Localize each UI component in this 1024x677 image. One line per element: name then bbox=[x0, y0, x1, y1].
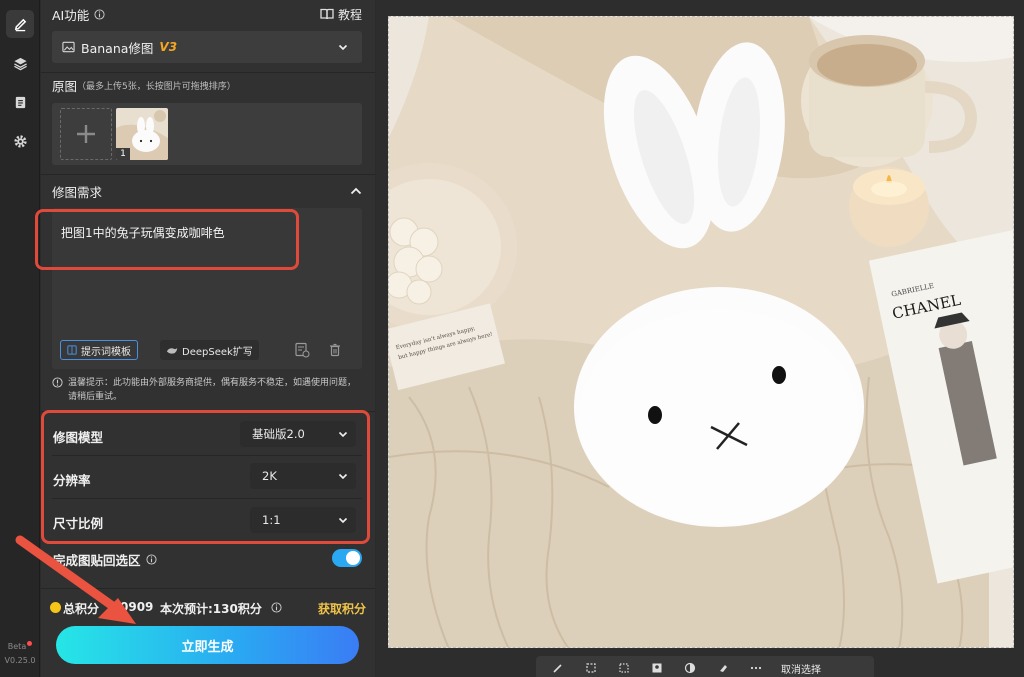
source-title: 原图 bbox=[52, 78, 78, 94]
ai-title: AI功能 bbox=[52, 7, 90, 23]
gear-icon[interactable] bbox=[6, 127, 34, 155]
ai-header: AI功能 教程 bbox=[52, 6, 362, 23]
source-image-area: 1 bbox=[52, 103, 362, 165]
whale-icon bbox=[166, 347, 178, 354]
info-icon[interactable] bbox=[271, 602, 282, 613]
plus-icon bbox=[77, 125, 95, 143]
side-panel: AI功能 教程 Banana修图 V3 原图 （最多上传5张，长按图片可拖拽排序… bbox=[15, 0, 375, 677]
history-icon[interactable] bbox=[294, 342, 310, 358]
source-thumbnail[interactable]: 1 bbox=[116, 108, 168, 160]
divider bbox=[41, 72, 375, 73]
paste-back-toggle[interactable] bbox=[332, 549, 362, 567]
brush-icon[interactable] bbox=[550, 661, 565, 676]
info-icon[interactable] bbox=[94, 8, 105, 20]
upload-button[interactable] bbox=[60, 108, 112, 160]
divider bbox=[41, 174, 375, 175]
person-select-icon[interactable] bbox=[649, 661, 664, 676]
toggle-knob bbox=[346, 551, 360, 565]
deepseek-expand-label: DeepSeek扩写 bbox=[182, 346, 253, 358]
warning-info-icon bbox=[52, 377, 63, 388]
chevron-down-icon bbox=[338, 44, 348, 51]
select-rect-icon[interactable] bbox=[616, 661, 631, 676]
get-points-link[interactable]: 获取积分 bbox=[318, 600, 366, 617]
estimate-points: 本次预计:130积分 bbox=[160, 602, 262, 616]
book-icon bbox=[320, 8, 334, 20]
source-hint: （最多上传5张，长按图片可拖拽排序） bbox=[77, 81, 236, 92]
ai-model-name: Banana修图 bbox=[81, 40, 154, 56]
red-arrow-annotation bbox=[15, 535, 136, 624]
source-header: 原图 （最多上传5张，长按图片可拖拽排序） bbox=[52, 78, 362, 94]
edit-icon[interactable] bbox=[6, 10, 34, 38]
highlight-box-settings bbox=[41, 410, 370, 544]
info-icon[interactable] bbox=[145, 554, 157, 565]
ai-model-dropdown[interactable]: Banana修图 V3 bbox=[52, 31, 362, 63]
document-icon[interactable] bbox=[6, 88, 34, 116]
tutorial-label: 教程 bbox=[337, 7, 362, 22]
chevron-up-icon[interactable] bbox=[350, 186, 362, 196]
request-title: 修图需求 bbox=[52, 184, 103, 200]
image-icon bbox=[62, 41, 75, 53]
deepseek-expand-button[interactable]: DeepSeek扩写 bbox=[160, 340, 259, 360]
invert-icon[interactable] bbox=[682, 661, 697, 676]
prompt-template-label: 提示词模板 bbox=[81, 346, 131, 358]
version-label: V0.25.0 bbox=[4, 656, 36, 665]
canvas-toolbar: 取消选择 bbox=[536, 656, 874, 677]
beta-label: Beta bbox=[7, 642, 27, 651]
notice-text: 温馨提示：此功能由外部服务商提供，偶有服务不稳定，如遇使用问题，请稍后重试。 bbox=[68, 378, 357, 402]
layers-icon[interactable] bbox=[6, 49, 34, 77]
beta-badge: Beta bbox=[0, 641, 40, 653]
eraser-icon[interactable] bbox=[715, 661, 730, 676]
trash-icon[interactable] bbox=[328, 343, 342, 357]
ai-model-version: V3 bbox=[159, 40, 178, 54]
thumbnail-index: 1 bbox=[116, 148, 130, 160]
cancel-selection-button[interactable]: 取消选择 bbox=[781, 661, 821, 676]
canvas-area[interactable]: Everyday isn't always happy, but happy t… bbox=[376, 0, 1024, 677]
scene-image: Everyday isn't always happy, but happy t… bbox=[389, 17, 1013, 647]
beta-dot bbox=[27, 641, 33, 646]
lasso-icon[interactable] bbox=[583, 661, 598, 676]
tutorial-link[interactable]: 教程 bbox=[320, 6, 362, 23]
photo-canvas[interactable]: Everyday isn't always happy, but happy t… bbox=[388, 16, 1014, 648]
template-icon bbox=[67, 345, 77, 355]
highlight-box-request bbox=[35, 209, 299, 270]
app-window: Beta V0.25.0 AI功能 教程 Banana修图 V3 原图 （最多上… bbox=[0, 0, 1024, 677]
notice: 温馨提示：此功能由外部服务商提供，偶有服务不稳定，如遇使用问题，请稍后重试。 bbox=[52, 376, 362, 406]
prompt-template-button[interactable]: 提示词模板 bbox=[60, 340, 138, 360]
more-icon[interactable] bbox=[748, 661, 763, 676]
request-header[interactable]: 修图需求 bbox=[52, 183, 362, 200]
